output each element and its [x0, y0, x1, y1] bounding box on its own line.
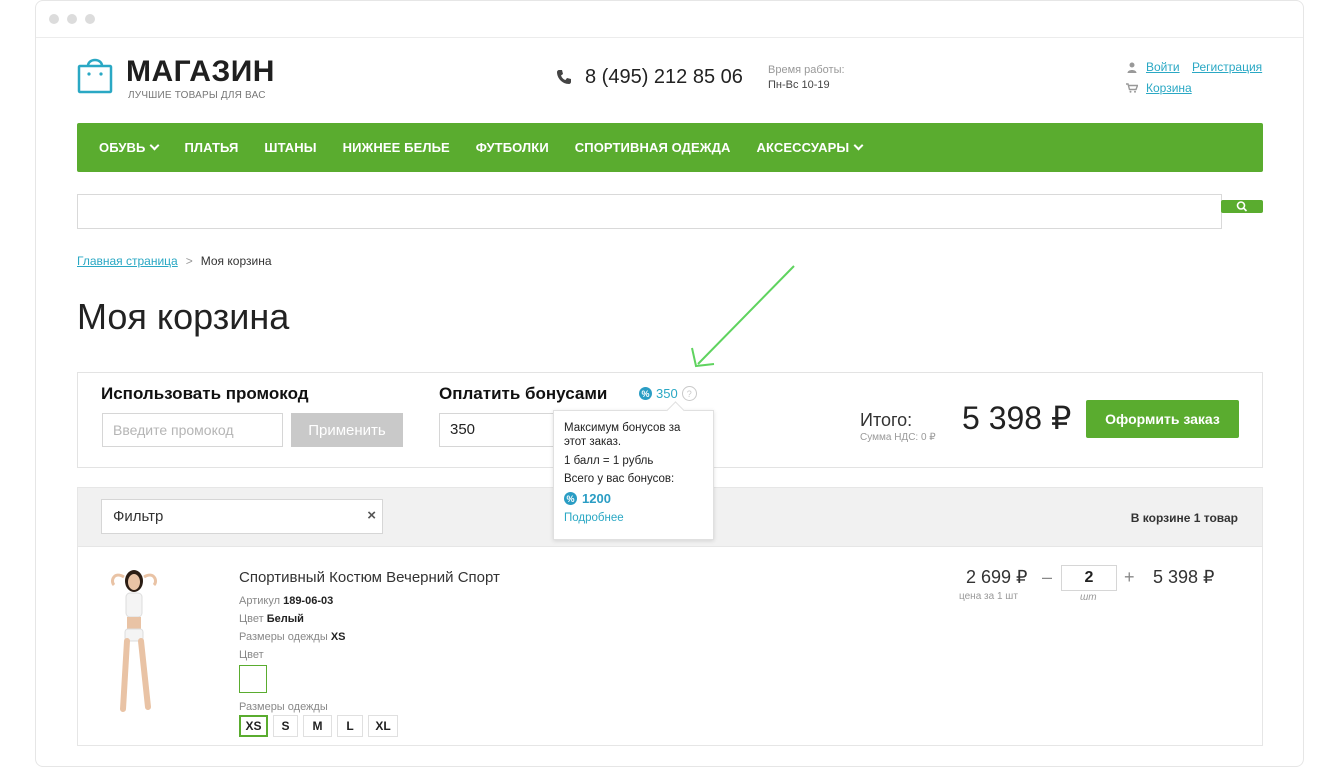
- cart-link[interactable]: Корзина: [1146, 81, 1192, 95]
- unit-price-label: цена за 1 шт: [959, 591, 1018, 602]
- bonus-heading: Оплатить бонусами: [439, 384, 608, 403]
- nav-item-sportswear[interactable]: СПОРТИВНАЯ ОДЕЖДА: [575, 140, 731, 155]
- nav-item-accessories[interactable]: АКСЕССУАРЫ: [756, 140, 864, 155]
- annotation-arrow-icon: [691, 265, 795, 368]
- decrease-quantity-button[interactable]: –: [1042, 567, 1052, 588]
- item-article: Артикул 189-06-03: [239, 595, 333, 607]
- chevron-down-icon: [853, 140, 864, 151]
- quantity-input[interactable]: 2: [1061, 565, 1117, 591]
- bonus-coin-icon: %: [639, 387, 652, 400]
- nav-item-label: НИЖНЕЕ БЕЛЬЕ: [342, 140, 450, 155]
- item-color-value: Белый: [266, 613, 304, 625]
- search-input[interactable]: [77, 194, 1222, 229]
- nav-item-underwear[interactable]: НИЖНЕЕ БЕЛЬЕ: [343, 140, 450, 155]
- tooltip-more-link[interactable]: Подробнее: [564, 512, 703, 524]
- bonus-amount-input[interactable]: 350: [439, 413, 555, 447]
- help-icon[interactable]: ?: [681, 386, 697, 401]
- breadcrumb-home-link[interactable]: Главная страница: [77, 254, 178, 268]
- promo-code-input[interactable]: Введите промокод: [102, 413, 283, 447]
- breadcrumb: Главная страница > Моя корзина: [77, 254, 272, 268]
- nav-item-label: АКСЕССУАРЫ: [756, 140, 850, 155]
- size-option-xs[interactable]: XS: [239, 715, 268, 737]
- nav-item-label: ШТАНЫ: [264, 140, 317, 155]
- bonus-available-value: 350: [656, 386, 678, 401]
- size-option-xl[interactable]: XL: [368, 715, 398, 737]
- nav-item-label: ФУТБОЛКИ: [475, 140, 549, 155]
- header-phone[interactable]: 8 (495) 212 85 06: [585, 66, 743, 89]
- hours-label: Время работы:: [768, 64, 845, 76]
- search-button[interactable]: [1221, 200, 1263, 213]
- size-option-s[interactable]: S: [273, 715, 298, 737]
- logo-subtitle: ЛУЧШИЕ ТОВАРЫ ДЛЯ ВАС: [128, 90, 266, 101]
- filter-input[interactable]: Фильтр ×: [101, 499, 383, 534]
- bonus-tooltip: Максимум бонусов за этот заказ. 1 балл =…: [553, 401, 714, 540]
- apply-promo-button[interactable]: Применить: [291, 413, 403, 447]
- nav-item-label: СПОРТИВНАЯ ОДЕЖДА: [574, 140, 731, 155]
- bonus-coin-icon: %: [564, 492, 577, 505]
- product-image[interactable]: [104, 567, 164, 712]
- page-title: Моя корзина: [77, 296, 290, 337]
- cart-icon: [1126, 83, 1138, 93]
- register-link[interactable]: Регистрация: [1192, 60, 1262, 74]
- search-icon: [1236, 201, 1248, 212]
- size-option-m[interactable]: M: [303, 715, 332, 737]
- logo-title[interactable]: МАГАЗИН: [126, 55, 275, 89]
- item-article-value: 189-06-03: [283, 595, 334, 607]
- shopping-bag-icon[interactable]: [77, 54, 113, 94]
- quantity-unit: шт: [1080, 592, 1097, 603]
- tooltip-total-label: Всего у вас бонусов:: [564, 473, 675, 485]
- promo-heading: Использовать промокод: [101, 384, 309, 403]
- user-icon: [1127, 62, 1137, 73]
- item-title[interactable]: Спортивный Костюм Вечерний Спорт: [239, 569, 500, 586]
- item-size-label: Размеры одежды: [239, 631, 328, 643]
- color-picker-label: Цвет: [239, 649, 264, 661]
- nav-item-tshirts[interactable]: ФУТБОЛКИ: [476, 140, 549, 155]
- login-link[interactable]: Войти: [1146, 60, 1180, 74]
- unit-price: 2 699 ₽: [966, 567, 1028, 587]
- tooltip-rate-line: 1 балл = 1 рубль: [564, 455, 654, 467]
- tooltip-total-value: 1200: [582, 491, 611, 506]
- total-label: Итого:: [860, 410, 913, 430]
- nav-item-dresses[interactable]: ПЛАТЬЯ: [184, 140, 238, 155]
- nav-item-shoes[interactable]: ОБУВЬ: [99, 140, 160, 155]
- nav-item-pants[interactable]: ШТАНЫ: [264, 140, 316, 155]
- vat-label: Сумма НДС: 0 ₽: [860, 432, 936, 443]
- total-value: 5 398 ₽: [962, 400, 1072, 436]
- window-dot-green[interactable]: [85, 14, 95, 24]
- cart-count: В корзине 1 товар: [1130, 511, 1238, 525]
- cart-item: Спортивный Костюм Вечерний Спорт Артикул…: [77, 547, 1263, 746]
- color-swatch-white[interactable]: [239, 665, 267, 693]
- checkout-button[interactable]: Оформить заказ: [1086, 400, 1239, 438]
- nav-item-label: ОБУВЬ: [99, 140, 146, 155]
- tooltip-total: % 1200: [564, 491, 703, 506]
- window-dot-red[interactable]: [49, 14, 59, 24]
- clear-filter-icon[interactable]: ×: [367, 507, 376, 524]
- bonus-available[interactable]: % 350 ?: [639, 386, 697, 401]
- line-total: 5 398 ₽: [1153, 567, 1215, 587]
- main-nav: ОБУВЬ ПЛАТЬЯ ШТАНЫ НИЖНЕЕ БЕЛЬЕ ФУТБОЛКИ…: [77, 123, 1263, 172]
- item-size-value: XS: [330, 631, 346, 643]
- increase-quantity-button[interactable]: +: [1124, 567, 1135, 588]
- tooltip-max-line: Максимум бонусов за этот заказ.: [564, 422, 681, 448]
- size-picker-label: Размеры одежды: [239, 701, 328, 713]
- filter-value: Фильтр: [113, 508, 164, 525]
- item-color-label: Цвет: [239, 613, 264, 625]
- chevron-down-icon: [150, 140, 160, 151]
- phone-icon: [557, 70, 571, 84]
- item-color: Цвет Белый: [239, 613, 304, 625]
- window-titlebar: [36, 1, 1303, 38]
- window-dot-yellow[interactable]: [67, 14, 77, 24]
- item-size: Размеры одежды XS: [239, 631, 346, 643]
- nav-item-label: ПЛАТЬЯ: [184, 140, 239, 155]
- size-option-l[interactable]: L: [337, 715, 363, 737]
- breadcrumb-current: Моя корзина: [200, 254, 272, 268]
- hours-value: Пн-Вс 10-19: [768, 79, 830, 91]
- item-article-label: Артикул: [239, 595, 281, 607]
- promo-placeholder: Введите промокод: [113, 422, 234, 438]
- breadcrumb-separator: >: [185, 254, 193, 268]
